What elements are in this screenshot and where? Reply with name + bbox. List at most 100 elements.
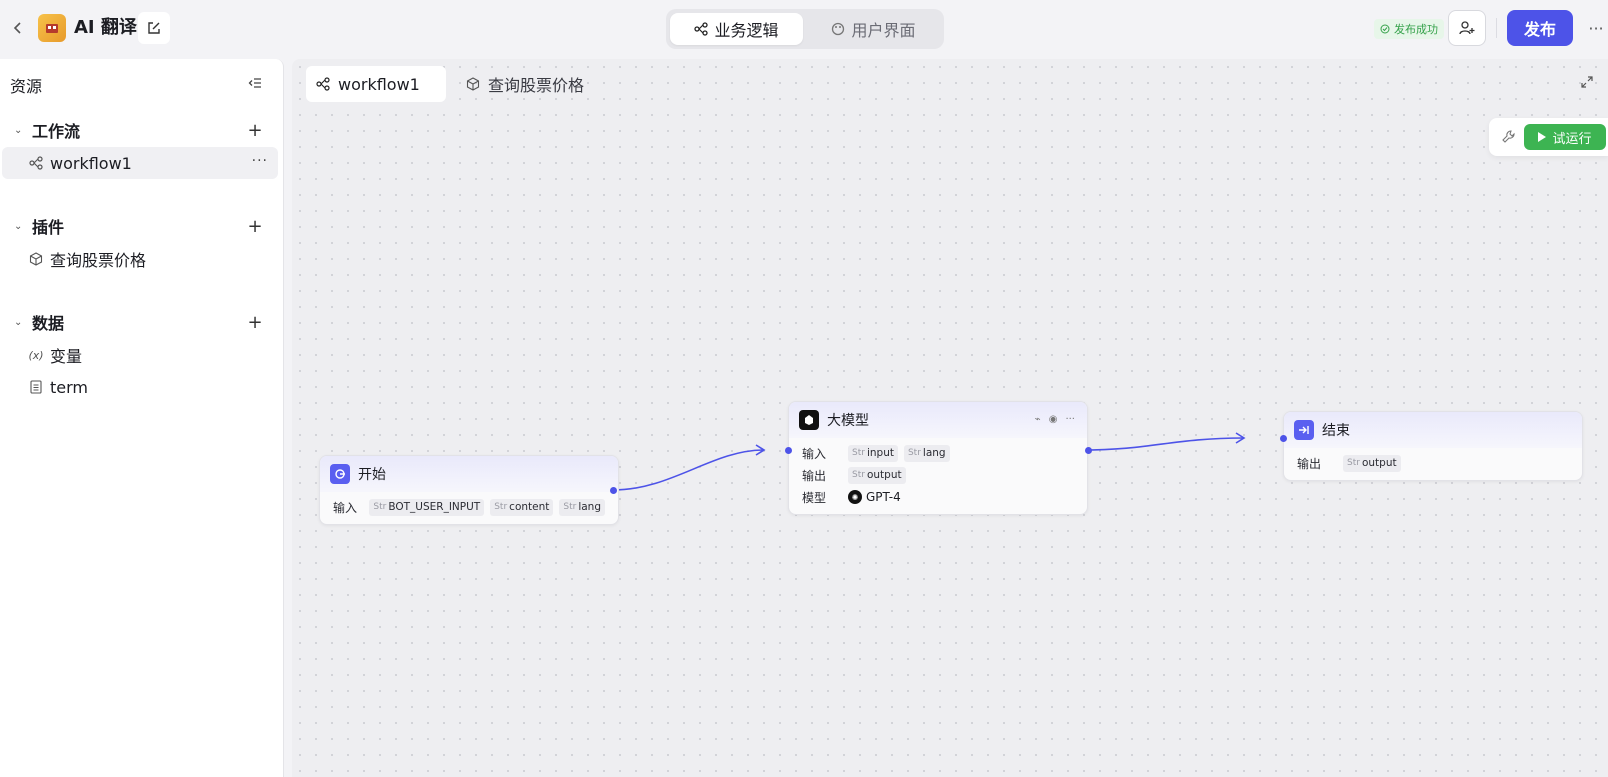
bell-off-icon[interactable]: ⌁ [1035, 414, 1041, 425]
item-more-icon[interactable]: ··· [252, 153, 268, 169]
sidebar-item-term[interactable]: term [2, 371, 278, 403]
input-port[interactable] [785, 447, 792, 454]
node-header: 开始 [320, 456, 618, 492]
palette-icon [832, 22, 845, 36]
workflow-icon [694, 22, 709, 36]
group-header-plugin[interactable]: ⌄ 插件 + [0, 209, 284, 243]
publish-button[interactable]: 发布 [1507, 10, 1573, 46]
add-workflow-button[interactable]: + [245, 120, 265, 141]
tab-stock-price[interactable]: 查询股票价格 [456, 66, 598, 102]
cube-icon [28, 251, 44, 267]
sidebar-item-variable[interactable]: (x) 变量 [2, 339, 278, 371]
output-port[interactable] [610, 487, 617, 494]
tab-user-interface[interactable]: 用户界面 [807, 13, 940, 45]
param-tag: Str input [848, 444, 898, 462]
param-tag: Str lang [903, 444, 950, 462]
param-tag: Str lang [559, 498, 605, 516]
back-button[interactable] [6, 16, 30, 40]
param-row: 输入 Str input Str lang [802, 442, 1074, 464]
param-tag: Str BOT_USER_INPUT [369, 498, 485, 516]
item-label: 查询股票价格 [50, 251, 147, 270]
llm-icon [799, 410, 819, 430]
group-label: 数据 [32, 314, 65, 333]
model-tag: ✺ GPT-4 [848, 490, 901, 504]
param-label: 输入 [802, 446, 827, 461]
app-title: AI 翻译 [74, 17, 137, 38]
start-icon [330, 464, 350, 484]
param-row: 输入 Str BOT_USER_INPUT Str content Str lang [333, 496, 605, 518]
edge-start-llm [612, 449, 765, 491]
more-menu-icon[interactable]: ··· [1586, 16, 1606, 40]
sidebar-item-workflow1[interactable]: workflow1 ··· [2, 147, 278, 179]
mode-switcher: 业务逻辑 用户界面 [666, 9, 944, 49]
add-plugin-button[interactable]: + [245, 216, 265, 237]
add-data-button[interactable]: + [245, 312, 265, 333]
group-workflow: ⌄ 工作流 + workflow1 ··· [0, 113, 284, 179]
node-start[interactable]: 开始 输入 Str BOT_USER_INPUT Str content Str la… [319, 455, 619, 525]
chevron-down-icon: ⌄ [14, 124, 23, 136]
param-label: 输入 [333, 500, 358, 515]
expand-icon [1581, 76, 1593, 88]
test-run-button[interactable]: 试运行 [1524, 124, 1606, 150]
more-icon[interactable]: ··· [1065, 414, 1075, 425]
play-circle-icon[interactable]: ◉ [1049, 414, 1058, 425]
publish-status-badge: 发布成功 [1374, 19, 1444, 39]
run-label: 试运行 [1552, 131, 1592, 147]
output-port[interactable] [1085, 447, 1092, 454]
tab-label: 业务逻辑 [714, 21, 779, 40]
node-actions: ⌁ ◉ ··· [1035, 414, 1075, 425]
tab-label: workflow1 [338, 74, 420, 94]
end-icon [1294, 420, 1314, 440]
param-tag: Str output [1343, 454, 1401, 472]
param-tag: Str content [490, 498, 554, 516]
edit-app-button[interactable] [138, 12, 170, 44]
workflow-icon [316, 77, 330, 91]
add-collaborator-button[interactable] [1448, 10, 1486, 46]
check-circle-icon [1380, 24, 1390, 34]
model-name: GPT-4 [866, 490, 901, 504]
wrench-icon[interactable] [1501, 129, 1517, 145]
arrow-head [755, 444, 766, 456]
node-llm[interactable]: 大模型 ⌁ ◉ ··· 输入 Str input Str lang 输出 Str ou… [788, 401, 1088, 515]
tab-workflow1[interactable]: workflow1 [306, 66, 446, 102]
node-end[interactable]: 结束 输出 Str output [1283, 411, 1583, 481]
input-port[interactable] [1280, 435, 1287, 442]
arrow-head [1235, 432, 1246, 444]
document-icon [28, 379, 44, 395]
chevron-down-icon: ⌄ [14, 220, 23, 232]
node-header: 结束 [1284, 412, 1582, 448]
top-bar: AI 翻译 业务逻辑 用户界面 发布成功 发布 ··· [0, 0, 1608, 56]
collapse-icon [248, 78, 261, 88]
node-header: 大模型 ⌁ ◉ ··· [789, 402, 1087, 438]
group-header-workflow[interactable]: ⌄ 工作流 + [0, 113, 284, 147]
test-run-panel: 试运行 [1489, 118, 1608, 156]
openai-icon: ✺ [848, 490, 862, 504]
app-icon [38, 14, 66, 42]
param-label: 输出 [1297, 456, 1322, 471]
canvas-tabs: workflow1 查询股票价格 [306, 66, 598, 102]
param-row: 模型 ✺ GPT-4 [802, 486, 1074, 508]
edit-icon [148, 22, 160, 34]
param-row: 输出 Str output [1297, 452, 1569, 474]
tab-label: 用户界面 [851, 21, 916, 40]
sidebar-item-stock-price[interactable]: 查询股票价格 [2, 243, 278, 275]
group-label: 工作流 [32, 122, 81, 141]
resource-sidebar: 资源 ⌄ 工作流 + workflow1 ··· ⌄ 插件 + 查询股票价格 ⌄… [0, 59, 284, 777]
variable-icon: (x) [28, 348, 44, 362]
divider [1496, 18, 1497, 38]
param-label: 模型 [802, 490, 827, 505]
group-header-data[interactable]: ⌄ 数据 + [0, 305, 284, 339]
edge-llm-end [1081, 437, 1245, 451]
workflow-icon [28, 155, 44, 171]
fullscreen-button[interactable] [1578, 73, 1596, 91]
chevron-left-icon [13, 22, 21, 34]
node-title: 开始 [358, 467, 386, 483]
workflow-canvas[interactable]: workflow1 查询股票价格 试运行 开始 输入 Str BOT_USER_… [292, 59, 1608, 777]
item-label: workflow1 [50, 153, 132, 173]
publish-status-text: 发布成功 [1394, 23, 1438, 36]
add-user-icon [1459, 21, 1475, 35]
item-label: term [50, 377, 88, 397]
param-row: 输出 Str output [802, 464, 1074, 486]
collapse-sidebar-button[interactable] [245, 73, 265, 93]
tab-business-logic[interactable]: 业务逻辑 [670, 13, 803, 45]
